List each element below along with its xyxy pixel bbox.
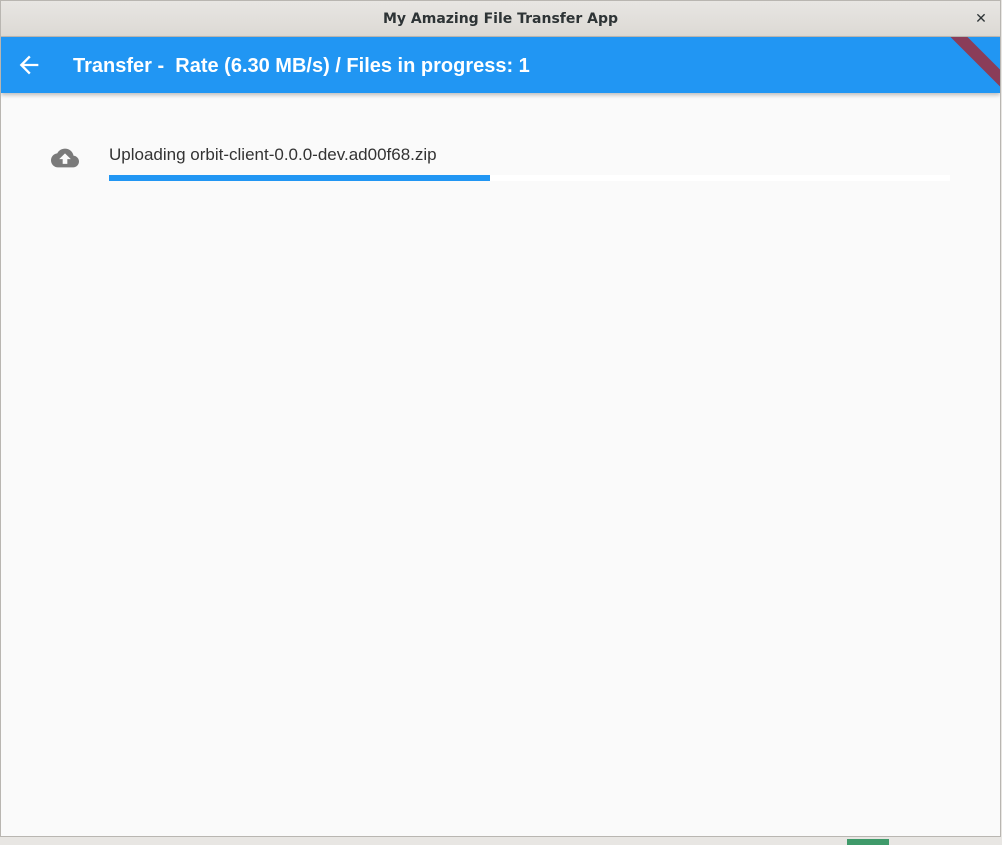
page-title: Transfer - Rate (6.30 MB/s) / Files in p… bbox=[73, 55, 530, 77]
debug-banner bbox=[931, 37, 1000, 93]
arrow-back-icon[interactable] bbox=[15, 51, 43, 79]
cloud-upload-icon bbox=[51, 147, 79, 169]
window-titlebar[interactable]: My Amazing File Transfer App ✕ bbox=[1, 1, 1000, 37]
window-title: My Amazing File Transfer App bbox=[382, 11, 619, 27]
progress-bar bbox=[109, 175, 950, 181]
taskbar-indicator bbox=[847, 839, 889, 845]
list-item: Uploading orbit-client-0.0.0-dev.ad00f68… bbox=[51, 143, 951, 189]
transfer-list: Uploading orbit-client-0.0.0-dev.ad00f68… bbox=[1, 93, 1000, 836]
progress-bar-fill bbox=[109, 175, 490, 181]
close-icon[interactable]: ✕ bbox=[970, 8, 992, 30]
app-window: My Amazing File Transfer App ✕ Transfer … bbox=[0, 0, 1001, 837]
app-bar: Transfer - Rate (6.30 MB/s) / Files in p… bbox=[1, 37, 1000, 93]
transfer-file-label: Uploading orbit-client-0.0.0-dev.ad00f68… bbox=[109, 145, 437, 164]
